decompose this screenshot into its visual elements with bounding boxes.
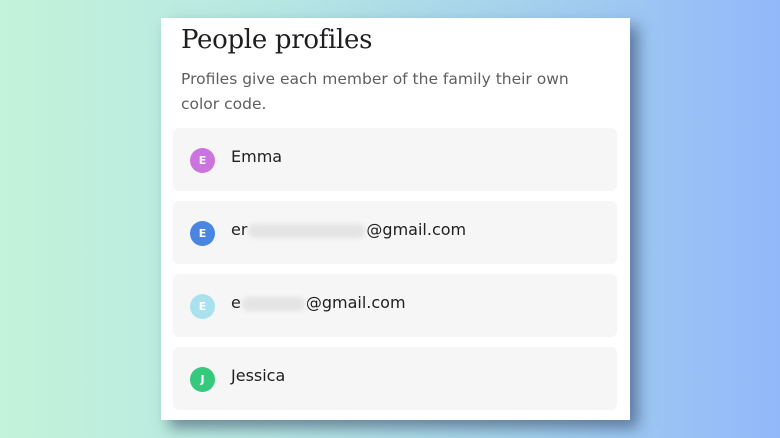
redaction-blur — [241, 296, 305, 311]
profile-row-jessica[interactable]: J Jessica — [173, 347, 617, 410]
email-domain: @gmail.com — [305, 293, 406, 312]
avatar: E — [190, 148, 215, 173]
page-title: People profiles — [181, 25, 373, 55]
email-visible-start: er — [231, 220, 248, 239]
profile-name: Jessica — [231, 366, 285, 385]
avatar: E — [190, 294, 215, 319]
redaction-blur — [248, 223, 366, 238]
profile-row-emma[interactable]: E Emma — [173, 128, 617, 191]
profile-name: Emma — [231, 147, 282, 166]
profile-name-text: Jessica — [231, 366, 286, 385]
page-subtitle: Profiles give each member of the family … — [181, 70, 569, 113]
profile-name-text: Emma — [231, 147, 283, 166]
profile-email: er @gmail.com — [231, 220, 466, 239]
profile-row-email-2[interactable]: E e @gmail.com — [173, 274, 617, 337]
email-visible-start: e — [231, 293, 241, 312]
profile-row-email-1[interactable]: E er @gmail.com — [173, 201, 617, 264]
email-domain: @gmail.com — [366, 220, 467, 239]
people-profiles-panel: People profiles Profiles give each membe… — [161, 18, 630, 420]
avatar: E — [190, 221, 215, 246]
avatar: J — [190, 367, 215, 392]
profile-email: e @gmail.com — [231, 293, 406, 312]
